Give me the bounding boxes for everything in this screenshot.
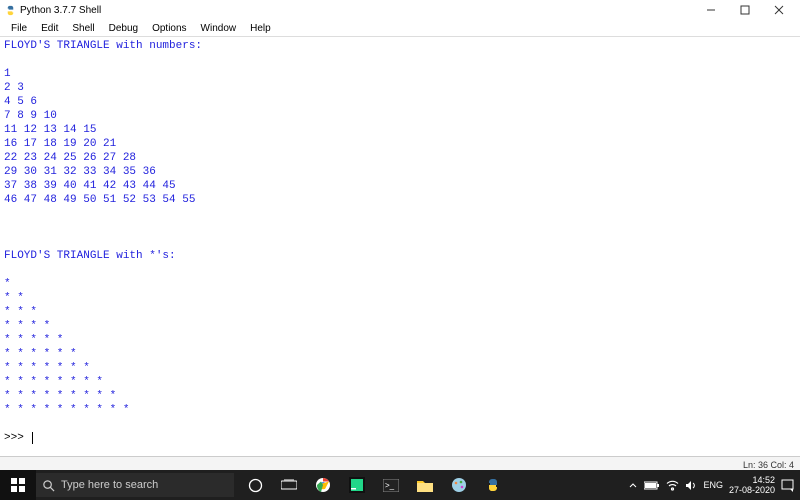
paint-icon[interactable] <box>442 470 476 500</box>
explorer-icon[interactable] <box>408 470 442 500</box>
menu-help[interactable]: Help <box>243 22 278 35</box>
tray-chevron-icon[interactable] <box>628 480 638 490</box>
statusbar-text: Ln: 36 Col: 4 <box>741 460 796 470</box>
maximize-button[interactable] <box>728 1 762 19</box>
python-icon <box>4 4 16 16</box>
pycharm-icon[interactable] <box>340 470 374 500</box>
menu-window[interactable]: Window <box>194 22 244 35</box>
prompt: >>> <box>4 431 30 445</box>
notifications-icon[interactable] <box>781 479 794 492</box>
taskview-icon[interactable] <box>272 470 306 500</box>
minimize-button[interactable] <box>694 1 728 19</box>
shell-output-area[interactable]: FLOYD'S TRIANGLE with numbers: 1 2 3 4 5… <box>0 37 800 464</box>
menu-debug[interactable]: Debug <box>102 22 145 35</box>
search-icon <box>42 479 55 492</box>
system-tray: ENG 14:52 27-08-2020 <box>622 475 800 495</box>
start-button[interactable] <box>0 470 36 500</box>
svg-text:>_: >_ <box>385 481 395 490</box>
chrome-icon[interactable] <box>306 470 340 500</box>
wifi-icon[interactable] <box>666 480 679 491</box>
lang-indicator[interactable]: ENG <box>703 480 723 490</box>
terminal-icon[interactable]: >_ <box>374 470 408 500</box>
search-placeholder: Type here to search <box>61 479 158 491</box>
close-button[interactable] <box>762 1 796 19</box>
battery-icon[interactable] <box>644 481 660 490</box>
clock[interactable]: 14:52 27-08-2020 <box>729 475 775 495</box>
taskbar-search[interactable]: Type here to search <box>36 473 234 497</box>
shell-output: FLOYD'S TRIANGLE with numbers: 1 2 3 4 5… <box>4 40 202 416</box>
task-icons: >_ <box>238 470 510 500</box>
window-controls <box>694 1 796 19</box>
titlebar: Python 3.7.7 Shell <box>0 0 800 20</box>
volume-icon[interactable] <box>685 480 697 491</box>
text-cursor <box>32 432 33 444</box>
clock-time: 14:52 <box>729 475 775 485</box>
menu-shell[interactable]: Shell <box>65 22 101 35</box>
cortana-icon[interactable] <box>238 470 272 500</box>
idle-icon[interactable] <box>476 470 510 500</box>
statusbar <box>0 456 800 470</box>
menu-file[interactable]: File <box>4 22 34 35</box>
menu-options[interactable]: Options <box>145 22 193 35</box>
taskbar: Type here to search >_ ENG 14:52 27-08-2… <box>0 470 800 500</box>
window-title: Python 3.7.7 Shell <box>20 5 694 16</box>
menubar: File Edit Shell Debug Options Window Hel… <box>0 20 800 37</box>
menu-edit[interactable]: Edit <box>34 22 65 35</box>
clock-date: 27-08-2020 <box>729 485 775 495</box>
